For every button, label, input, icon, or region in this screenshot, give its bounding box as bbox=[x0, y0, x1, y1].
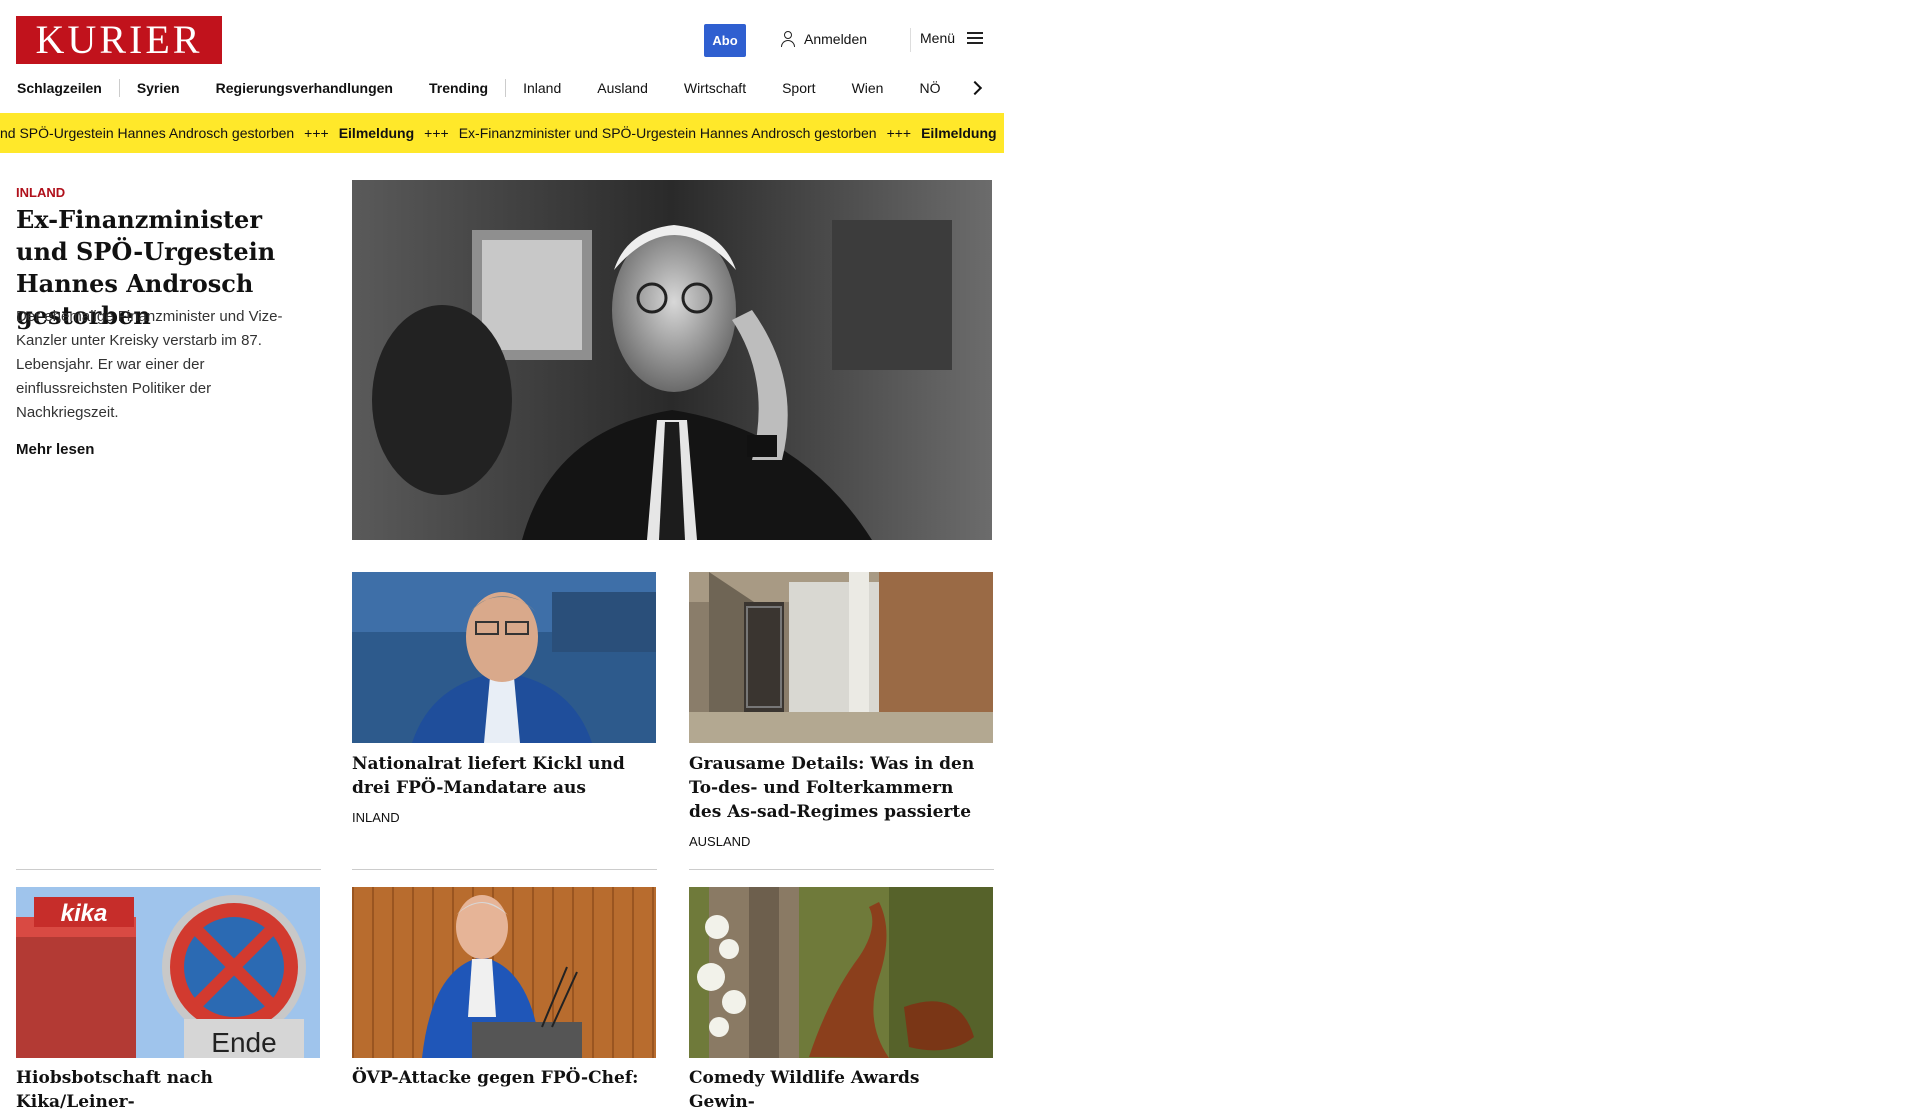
abo-button[interactable]: Abo bbox=[704, 24, 746, 57]
card-image-oevp[interactable] bbox=[352, 887, 656, 1058]
nav-divider bbox=[505, 79, 507, 97]
nav-item-noe[interactable]: NÖ bbox=[919, 80, 940, 96]
user-icon bbox=[780, 30, 796, 48]
ticker-text: nd SPÖ-Urgestein Hannes Androsch gestorb… bbox=[0, 125, 295, 141]
breaking-news-ticker[interactable]: nd SPÖ-Urgestein Hannes Androsch gestorb… bbox=[0, 113, 1004, 153]
lead-teaser: Der ehemalige Finanzminister und Vize-Ka… bbox=[16, 308, 283, 421]
menu-label: Menü bbox=[920, 30, 956, 46]
card-category[interactable]: INLAND bbox=[352, 810, 400, 825]
login-label: Anmelden bbox=[804, 31, 868, 47]
section-divider bbox=[352, 869, 657, 870]
hamburger-icon bbox=[967, 32, 984, 44]
kurier-logo[interactable]: KURIER bbox=[16, 16, 222, 64]
ticker-separator: +++ bbox=[424, 125, 449, 141]
nav-divider bbox=[118, 79, 120, 97]
card-headline[interactable]: ÖVP-Attacke gegen FPÖ-Chef: bbox=[352, 1066, 652, 1090]
header-divider bbox=[910, 28, 911, 52]
card-image-kickl[interactable] bbox=[352, 572, 656, 743]
nav-item-wien[interactable]: Wien bbox=[852, 80, 884, 96]
card-headline[interactable]: Grausame Details: Was in den To-des- und… bbox=[689, 752, 989, 824]
lead-image[interactable] bbox=[352, 180, 992, 540]
login-button[interactable]: Anmelden bbox=[780, 30, 867, 48]
lead-category[interactable]: INLAND bbox=[16, 185, 65, 200]
section-divider bbox=[689, 869, 994, 870]
ticker-text: Ex-Finanzminister und SPÖ-Urgestein Hann… bbox=[458, 125, 877, 141]
nav-item-syrien[interactable]: Syrien bbox=[137, 80, 180, 96]
ticker-separator: +++ bbox=[886, 125, 912, 141]
ticker-separator: +++ bbox=[304, 125, 329, 141]
card-category[interactable]: AUSLAND bbox=[689, 834, 750, 849]
kika-sign-text: kika bbox=[61, 900, 108, 927]
card-image-prison[interactable] bbox=[689, 572, 993, 743]
ticker-label: Eilmeldung bbox=[921, 125, 997, 141]
nav-item-wirtschaft[interactable]: Wirtschaft bbox=[684, 80, 746, 96]
ticker-label: Eilmeldung bbox=[338, 125, 415, 141]
card-image-squirrel[interactable] bbox=[689, 887, 993, 1058]
page: KURIER Abo Anmelden Menü Schlagzeilen Sy… bbox=[0, 0, 1920, 1112]
read-more-link[interactable]: Mehr lesen bbox=[16, 441, 94, 458]
nav-item-ausland[interactable]: Ausland bbox=[597, 80, 648, 96]
nav-item-sport[interactable]: Sport bbox=[782, 80, 815, 96]
card-headline[interactable]: Comedy Wildlife Awards Gewin- bbox=[689, 1066, 989, 1114]
nav-item-schlagzeilen[interactable]: Schlagzeilen bbox=[17, 80, 102, 96]
section-divider bbox=[16, 869, 321, 870]
nav-item-regierungsverhandlungen[interactable]: Regierungsverhandlungen bbox=[216, 80, 393, 96]
nav-item-inland[interactable]: Inland bbox=[523, 80, 561, 96]
menu-button[interactable]: Menü bbox=[920, 30, 984, 46]
section-nav: Schlagzeilen Syrien Regierungsverhandlun… bbox=[17, 78, 987, 98]
card-headline[interactable]: Nationalrat liefert Kickl und drei FPÖ-M… bbox=[352, 752, 652, 800]
nav-scroll-right-icon[interactable] bbox=[972, 78, 986, 98]
nav-item-trending[interactable]: Trending bbox=[429, 80, 488, 96]
ende-sign-text: Ende bbox=[211, 1027, 276, 1058]
card-headline[interactable]: Hiobsbotschaft nach Kika/Leiner- bbox=[16, 1066, 316, 1114]
card-image-kika[interactable]: kika Ende bbox=[16, 887, 320, 1058]
